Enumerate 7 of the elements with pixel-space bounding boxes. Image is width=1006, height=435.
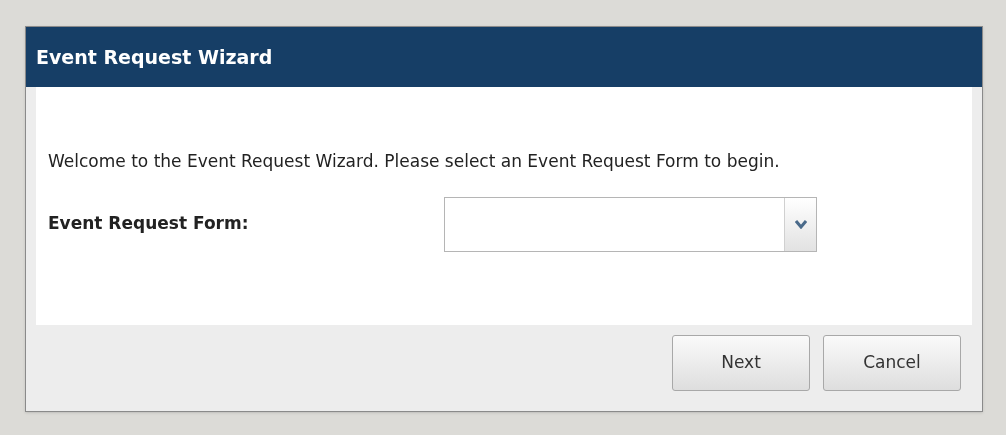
window-title: Event Request Wizard xyxy=(36,44,273,70)
footer-button[interactable]: Cancel xyxy=(823,335,961,391)
footer-button[interactable]: Next xyxy=(672,335,810,391)
intro-text: Welcome to the Event Request Wizard. Please select an Event Request Form to begin. xyxy=(48,150,781,173)
dropdown-button[interactable] xyxy=(784,197,816,251)
field-label: Event Request Form: xyxy=(48,212,250,236)
chevron-down-icon xyxy=(794,219,807,229)
